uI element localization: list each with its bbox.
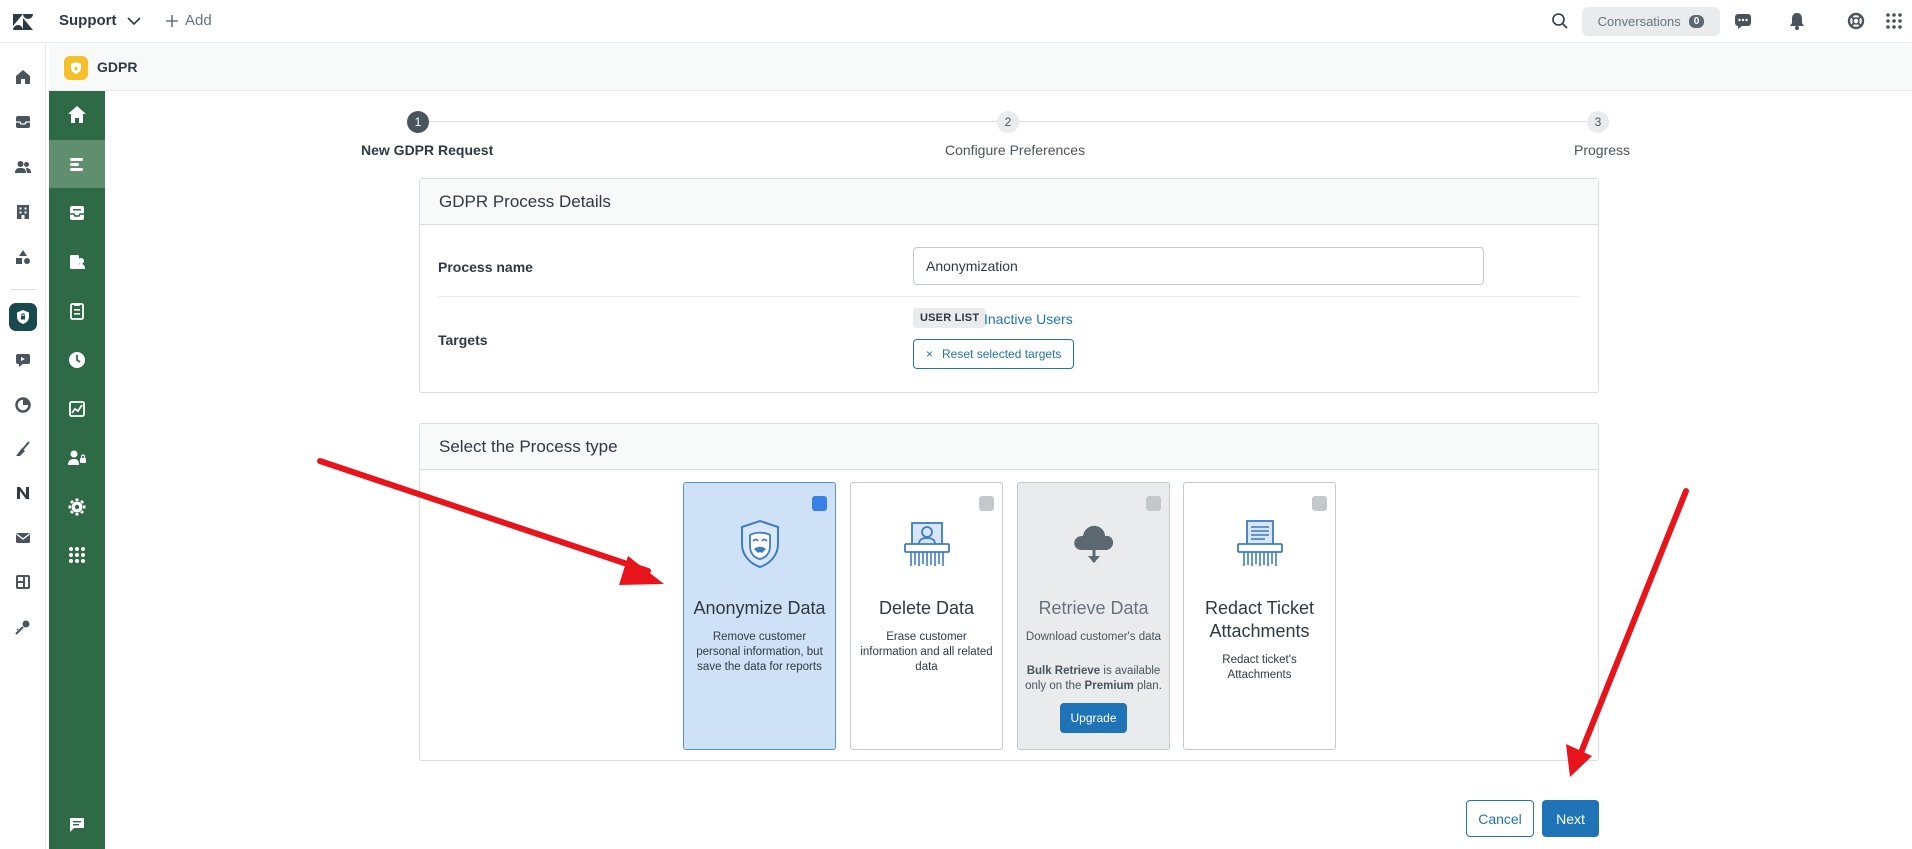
card-title: Anonymize Data — [693, 598, 826, 618]
step-2-circle: 2 — [997, 111, 1019, 133]
bulk-retrieve-text: Bulk Retrieve — [1026, 665, 1101, 677]
process-name-input[interactable] — [913, 247, 1484, 285]
close-icon: × — [926, 347, 934, 361]
search-icon[interactable] — [1550, 11, 1570, 31]
row-divider — [438, 296, 1579, 297]
step-1-circle: 1 — [407, 111, 429, 133]
add-button[interactable]: Add — [165, 12, 212, 29]
anonymize-data-card[interactable]: Anonymize Data Remove customer personal … — [683, 482, 836, 750]
dashboard-layout-icon[interactable] — [10, 569, 36, 595]
step-3-circle: 3 — [1587, 111, 1609, 133]
conversations-button[interactable]: Conversations 0 — [1582, 7, 1720, 36]
chat-icon[interactable] — [1733, 11, 1753, 31]
nav-divider — [10, 289, 36, 290]
card-title: Delete Data — [878, 598, 975, 618]
card-description: Redact ticket's Attachments — [1222, 654, 1297, 681]
card-title: Redact Ticket Attachments — [1204, 598, 1315, 641]
premium-plan-note: Bulk Retrieve is available only on the P… — [1024, 664, 1163, 694]
app-clipboard-icon[interactable] — [49, 287, 105, 335]
organizations-icon[interactable] — [10, 199, 36, 225]
messaging-icon[interactable] — [10, 347, 36, 373]
targets-label: Targets — [438, 332, 488, 348]
app-clock-icon[interactable] — [49, 336, 105, 384]
anonymize-checkbox[interactable] — [812, 496, 827, 511]
cancel-button[interactable]: Cancel — [1466, 800, 1534, 837]
upgrade-button[interactable]: Upgrade — [1060, 703, 1127, 733]
chevron-down-icon — [126, 16, 141, 25]
app-grid-dots-icon[interactable] — [49, 531, 105, 579]
stepper-line-1 — [418, 121, 1007, 122]
apps-grid-icon[interactable] — [1884, 11, 1904, 31]
app-user-lock-icon[interactable] — [49, 434, 105, 482]
broom-cleanup-icon[interactable] — [10, 436, 36, 462]
panel-title: Select the Process type — [420, 424, 1598, 470]
app-user-card-icon[interactable] — [49, 238, 105, 286]
card-description: Remove customer personal information, bu… — [696, 631, 823, 673]
app-home-icon[interactable] — [49, 91, 105, 139]
app-title: GDPR — [97, 59, 138, 75]
redact-checkbox[interactable] — [1312, 496, 1327, 511]
redact-attachments-card[interactable]: Redact Ticket Attachments Redact ticket'… — [1183, 482, 1336, 750]
anonymous-mask-shield-icon — [740, 519, 779, 569]
home-icon[interactable] — [10, 64, 36, 90]
panel-title: GDPR Process Details — [420, 179, 1598, 225]
wand-search-icon[interactable] — [10, 614, 36, 640]
delete-data-card[interactable]: Delete Data Erase customer information a… — [850, 482, 1003, 750]
inactive-users-link[interactable]: Inactive Users — [984, 311, 1073, 327]
reset-targets-label: Reset selected targets — [942, 347, 1062, 361]
top-bar: Support Add Conversations 0 — [0, 0, 1912, 43]
reset-targets-button[interactable]: × Reset selected targets — [913, 339, 1075, 369]
document-shredder-icon — [1236, 520, 1283, 566]
add-label: Add — [185, 12, 212, 29]
reporting-pie-icon[interactable] — [10, 392, 36, 418]
notion-n-icon[interactable] — [10, 480, 36, 506]
step-3-label: Progress — [1574, 142, 1631, 158]
views-inbox-icon[interactable] — [10, 109, 36, 135]
card-description: Erase customer information and all relat… — [860, 631, 993, 673]
note-end-text: plan. — [1133, 680, 1162, 692]
delete-checkbox[interactable] — [979, 496, 994, 511]
stepper-line-2 — [1009, 121, 1598, 122]
cloud-download-icon — [1073, 525, 1113, 563]
customers-icon[interactable] — [10, 154, 36, 180]
gdpr-app-shield-icon[interactable] — [9, 303, 37, 331]
step-2-label: Configure Preferences — [945, 142, 1086, 158]
conversations-label: Conversations — [1597, 14, 1681, 29]
shredder-user-icon — [903, 522, 950, 566]
next-button[interactable]: Next — [1542, 800, 1599, 837]
zendesk-logo-icon[interactable] — [12, 12, 34, 32]
mail-icon[interactable] — [10, 525, 36, 551]
app-feedback-icon[interactable] — [49, 801, 105, 849]
retrieve-data-card: Retrieve Data Download customer's data B… — [1017, 482, 1170, 750]
global-nav — [0, 43, 46, 849]
help-lifebuoy-icon[interactable] — [1846, 11, 1866, 31]
card-description: Download customer's data — [1025, 631, 1162, 643]
app-sidebar — [49, 91, 105, 849]
process-type-panel: Select the Process type — [419, 423, 1599, 761]
step-1-label: New GDPR Request — [361, 142, 494, 158]
gdpr-app-logo-icon — [64, 56, 88, 80]
conversations-count-badge: 0 — [1688, 15, 1705, 28]
app-header: GDPR — [49, 44, 1912, 91]
app-inbox-icon[interactable] — [49, 189, 105, 237]
product-label: Support — [59, 12, 117, 29]
app-chart-icon[interactable] — [49, 385, 105, 433]
app-settings-gear-icon[interactable] — [49, 483, 105, 531]
plus-icon — [166, 14, 178, 27]
bell-icon[interactable] — [1787, 11, 1807, 31]
premium-text: Premium — [1084, 680, 1134, 692]
retrieve-checkbox — [1146, 496, 1161, 511]
card-title: Retrieve Data — [1038, 598, 1149, 618]
objects-shapes-icon[interactable] — [10, 244, 36, 270]
product-switcher[interactable]: Support — [59, 12, 141, 29]
app-requests-list-icon[interactable] — [49, 140, 105, 188]
process-name-label: Process name — [438, 259, 533, 275]
target-type-tag: USER LIST — [913, 308, 987, 328]
